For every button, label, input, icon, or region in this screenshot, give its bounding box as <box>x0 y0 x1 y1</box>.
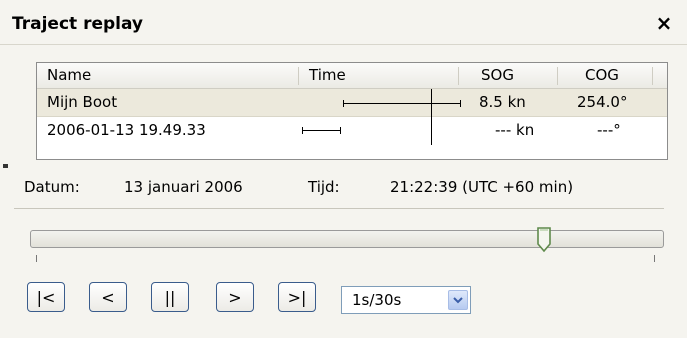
tijd-label: Tijd: <box>308 178 340 196</box>
column-header-time[interactable]: Time <box>309 63 346 88</box>
divider <box>14 208 664 209</box>
next-button[interactable]: > <box>216 282 254 312</box>
time-range-line <box>302 130 340 131</box>
tijd-value: 21:22:39 (UTC +60 min) <box>390 178 574 196</box>
title-bar: Traject replay × <box>0 0 687 45</box>
window-title: Traject replay <box>12 14 144 34</box>
row-sog: --- kn <box>495 121 535 139</box>
table-row[interactable]: Mijn Boot 8.5 kn 254.0° <box>37 89 667 117</box>
dropdown-button[interactable] <box>448 290 468 310</box>
column-divider[interactable] <box>652 67 653 85</box>
slider-tick <box>654 255 655 262</box>
track-list: Name Time SOG COG Mijn Boot 8.5 kn 254.0… <box>36 62 668 160</box>
time-range-end-cap <box>340 127 341 134</box>
time-slider-track[interactable] <box>30 230 664 248</box>
column-divider[interactable] <box>557 67 558 85</box>
column-divider[interactable] <box>298 67 299 85</box>
current-time-cursor <box>431 89 432 145</box>
last-button[interactable]: >| <box>278 282 316 312</box>
replay-window: Traject replay × Name Time SOG COG Mijn … <box>0 0 687 338</box>
time-range-line <box>343 103 460 104</box>
column-header-name[interactable]: Name <box>47 63 91 88</box>
list-header: Name Time SOG COG <box>37 63 667 89</box>
first-button[interactable]: |< <box>27 282 65 312</box>
speed-value: 1s/30s <box>352 291 402 309</box>
time-range-start-cap <box>343 100 344 107</box>
row-cog: 254.0° <box>577 93 628 111</box>
chevron-down-icon <box>453 297 463 304</box>
time-slider-thumb[interactable] <box>536 226 552 258</box>
pause-button[interactable]: || <box>151 282 189 312</box>
row-sog: 8.5 kn <box>479 93 526 111</box>
datum-value: 13 januari 2006 <box>124 178 243 196</box>
column-header-cog[interactable]: COG <box>585 63 619 88</box>
table-row[interactable]: 2006-01-13 19.49.33 --- kn ---° <box>37 117 667 144</box>
slider-tick <box>36 255 37 262</box>
speed-select[interactable]: 1s/30s <box>341 286 471 314</box>
previous-button[interactable]: < <box>89 282 127 312</box>
row-name: Mijn Boot <box>47 93 118 111</box>
column-header-sog[interactable]: SOG <box>481 63 514 88</box>
datum-label: Datum: <box>24 178 80 196</box>
window-edge-marker-left <box>3 164 8 168</box>
time-range-start-cap <box>302 127 303 134</box>
close-icon[interactable]: × <box>650 11 678 35</box>
row-cog: ---° <box>597 121 621 139</box>
row-name: 2006-01-13 19.49.33 <box>47 121 206 139</box>
time-range-end-cap <box>460 100 461 107</box>
column-divider[interactable] <box>458 67 459 85</box>
